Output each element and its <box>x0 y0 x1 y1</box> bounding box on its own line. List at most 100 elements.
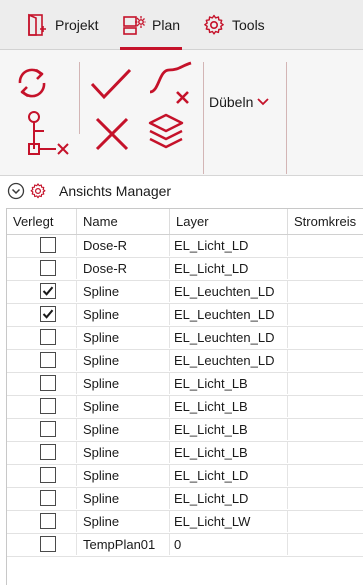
chevron-down-icon <box>257 98 270 106</box>
table-row[interactable]: Spline EL_Licht_LB <box>7 442 363 465</box>
verlegt-checkbox[interactable] <box>40 444 56 460</box>
stromkreis-cell <box>288 327 363 348</box>
verlegt-checkbox[interactable] <box>40 513 56 529</box>
verlegt-checkbox[interactable] <box>40 490 56 506</box>
verlegt-checkbox[interactable] <box>40 421 56 437</box>
layer-cell: EL_Licht_LD <box>170 465 288 486</box>
project-door-icon <box>28 13 46 36</box>
table-row[interactable]: Spline EL_Licht_LB <box>7 419 363 442</box>
layer-cell: EL_Leuchten_LD <box>170 350 288 371</box>
table-body: Dose-R EL_Licht_LD Dose-R EL_Licht_LD Spline… <box>7 235 363 557</box>
view-manager-title: Ansichts Manager <box>59 183 172 199</box>
stromkreis-cell <box>288 304 363 325</box>
layer-cell: EL_Licht_LB <box>170 442 288 463</box>
stromkreis-cell <box>288 511 363 532</box>
spline-delete-icon[interactable] <box>147 60 197 106</box>
verlegt-cell <box>7 488 77 509</box>
stromkreis-cell <box>288 396 363 417</box>
verlegt-cell <box>7 396 77 417</box>
layer-cell: EL_Licht_LB <box>170 419 288 440</box>
column-header-layer[interactable]: Layer <box>170 209 288 234</box>
tab-plan[interactable]: Plan <box>119 0 183 50</box>
check-icon[interactable] <box>89 66 133 102</box>
dropdown-label: Dübeln <box>209 94 254 110</box>
stromkreis-cell <box>288 419 363 440</box>
close-icon[interactable] <box>93 115 131 153</box>
ribbon-separator <box>286 62 287 174</box>
verlegt-checkbox[interactable] <box>40 352 56 368</box>
stromkreis-cell <box>288 488 363 509</box>
stromkreis-cell <box>288 350 363 371</box>
verlegt-checkbox[interactable] <box>40 375 56 391</box>
layer-cell: EL_Licht_LD <box>170 488 288 509</box>
layer-cell: EL_Leuchten_LD <box>170 281 288 302</box>
collapse-chevron-icon[interactable] <box>7 182 25 200</box>
tab-label: Projekt <box>55 17 99 33</box>
name-cell: Spline <box>77 511 170 532</box>
layers-icon[interactable] <box>146 112 186 150</box>
elements-table: Verlegt Name Layer Stromkreis Dose-R EL_L… <box>6 208 363 585</box>
layer-cell: EL_Licht_LW <box>170 511 288 532</box>
stromkreis-cell <box>288 235 363 256</box>
connector-disconnect-icon[interactable] <box>24 109 74 161</box>
verlegt-checkbox[interactable] <box>40 467 56 483</box>
verlegt-cell <box>7 281 77 302</box>
table-row[interactable]: Spline EL_Licht_LD <box>7 488 363 511</box>
verlegt-checkbox[interactable] <box>40 283 56 299</box>
name-cell: Spline <box>77 304 170 325</box>
column-header-stromkreis[interactable]: Stromkreis <box>288 209 363 234</box>
tab-label: Tools <box>232 17 265 33</box>
table-row[interactable]: TempPlan01 0 <box>7 534 363 557</box>
table-row[interactable]: Dose-R EL_Licht_LD <box>7 258 363 281</box>
table-row[interactable]: Spline EL_Licht_LB <box>7 396 363 419</box>
gear-icon <box>204 14 224 35</box>
layer-cell: 0 <box>170 534 288 555</box>
layer-cell: EL_Licht_LB <box>170 396 288 417</box>
name-cell: Spline <box>77 442 170 463</box>
verlegt-cell <box>7 350 77 371</box>
table-row[interactable]: Spline EL_Leuchten_LD <box>7 350 363 373</box>
verlegt-checkbox[interactable] <box>40 398 56 414</box>
column-header-verlegt[interactable]: Verlegt <box>7 209 77 234</box>
tab-projekt[interactable]: Projekt <box>25 0 99 50</box>
table-row[interactable]: Spline EL_Leuchten_LD <box>7 281 363 304</box>
name-cell: Spline <box>77 373 170 394</box>
name-cell: Spline <box>77 488 170 509</box>
verlegt-cell <box>7 373 77 394</box>
table-row[interactable]: Spline EL_Licht_LD <box>7 465 363 488</box>
verlegt-cell <box>7 235 77 256</box>
table-row[interactable]: Dose-R EL_Licht_LD <box>7 235 363 258</box>
stromkreis-cell <box>288 465 363 486</box>
layer-cell: EL_Licht_LD <box>170 258 288 279</box>
table-row[interactable]: Spline EL_Licht_LB <box>7 373 363 396</box>
ribbon-panel: Dübeln <box>0 50 363 176</box>
verlegt-cell <box>7 258 77 279</box>
name-cell: Spline <box>77 281 170 302</box>
table-row[interactable]: Spline EL_Leuchten_LD <box>7 327 363 350</box>
layer-cell: EL_Leuchten_LD <box>170 304 288 325</box>
stromkreis-cell <box>288 534 363 555</box>
verlegt-checkbox[interactable] <box>40 260 56 276</box>
verlegt-checkbox[interactable] <box>40 536 56 552</box>
table-row[interactable]: Spline EL_Licht_LW <box>7 511 363 534</box>
table-row[interactable]: Spline EL_Leuchten_LD <box>7 304 363 327</box>
stromkreis-cell <box>288 258 363 279</box>
dubeln-dropdown[interactable]: Dübeln <box>209 94 270 110</box>
verlegt-cell <box>7 442 77 463</box>
verlegt-cell <box>7 511 77 532</box>
table-header: Verlegt Name Layer Stromkreis <box>7 209 363 235</box>
column-header-name[interactable]: Name <box>77 209 170 234</box>
stromkreis-cell <box>288 281 363 302</box>
name-cell: Spline <box>77 327 170 348</box>
ribbon-separator <box>203 62 204 174</box>
name-cell: Dose-R <box>77 258 170 279</box>
layer-cell: EL_Licht_LB <box>170 373 288 394</box>
verlegt-checkbox[interactable] <box>40 237 56 253</box>
verlegt-checkbox[interactable] <box>40 306 56 322</box>
plan-layout-icon <box>123 16 146 35</box>
tab-tools[interactable]: Tools <box>202 0 265 50</box>
refresh-sync-icon[interactable] <box>14 64 50 102</box>
verlegt-checkbox[interactable] <box>40 329 56 345</box>
verlegt-cell <box>7 419 77 440</box>
tab-label: Plan <box>152 17 181 33</box>
